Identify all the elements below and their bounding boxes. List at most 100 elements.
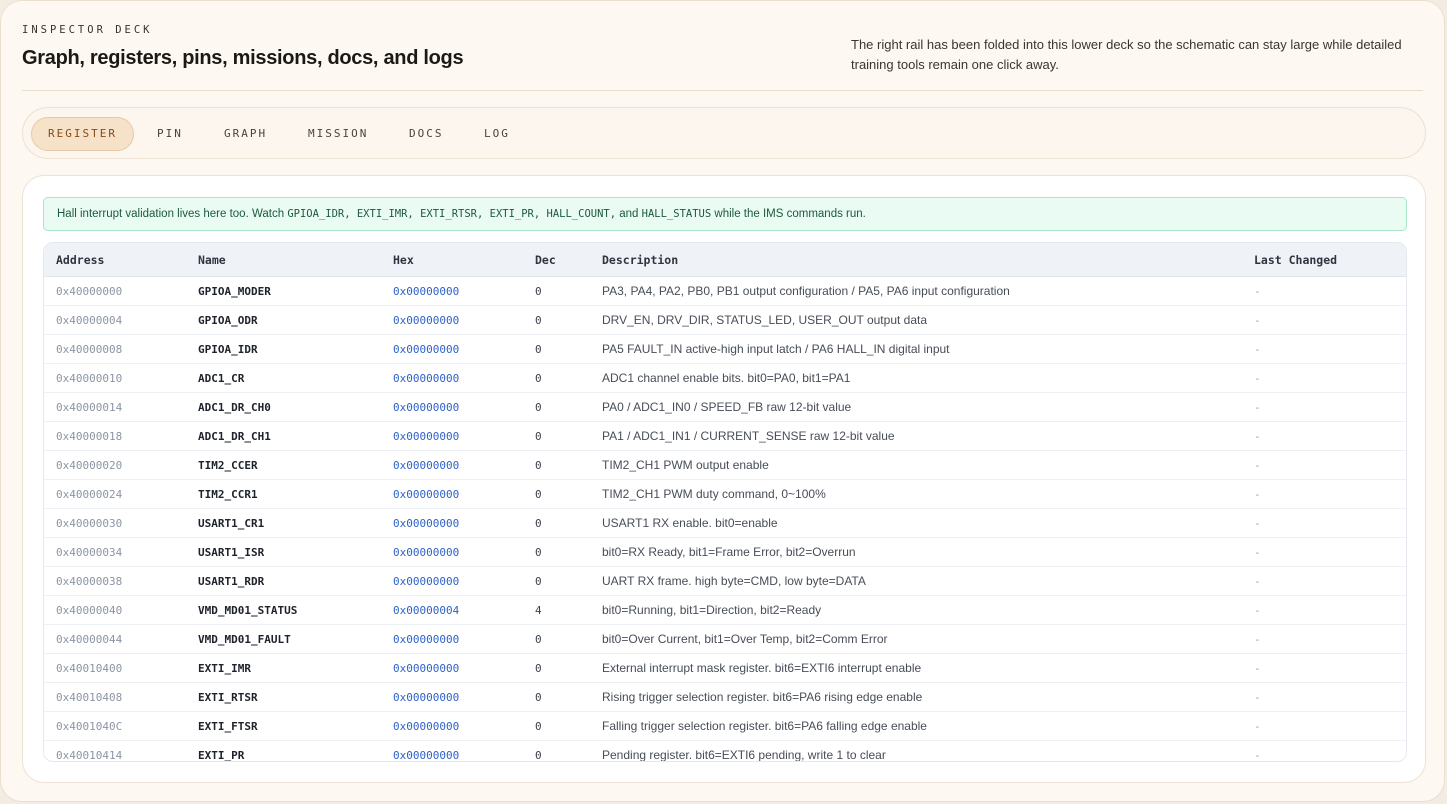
table-row[interactable]: 0x40000010 ADC1_CR 0x00000000 0 ADC1 channel… — [44, 364, 1406, 393]
register-address: 0x40000030 — [56, 517, 123, 530]
column-header-dec: Dec — [535, 253, 556, 267]
register-last-changed: - — [1254, 343, 1261, 356]
register-hex: 0x00000000 — [393, 401, 460, 414]
table-row[interactable]: 0x40010408 EXTI_RTSR 0x00000000 0 Rising tri… — [44, 683, 1406, 712]
register-address: 0x40000018 — [56, 430, 123, 443]
register-description: External interrupt mask register. bit6=E… — [602, 661, 922, 675]
register-name: EXTI_FTSR — [198, 720, 258, 733]
register-name: USART1_ISR — [198, 546, 265, 559]
register-name: VMD_MD01_STATUS — [198, 604, 298, 617]
callout-text-after: while the IMS commands run. — [711, 208, 866, 220]
register-address: 0x40000040 — [56, 604, 123, 617]
register-address: 0x40000024 — [56, 488, 123, 501]
column-header-hex: Hex — [393, 253, 414, 267]
register-name: TIM2_CCR1 — [198, 488, 258, 501]
tab-log[interactable]: LOG — [468, 117, 526, 151]
register-hex: 0x00000000 — [393, 546, 460, 559]
register-description: PA0 / ADC1_IN0 / SPEED_FB raw 12-bit val… — [602, 400, 852, 414]
register-hex: 0x00000000 — [393, 749, 460, 761]
column-header-name: Name — [198, 253, 226, 267]
register-last-changed: - — [1254, 488, 1261, 501]
register-hex: 0x00000000 — [393, 343, 460, 356]
register-hex: 0x00000000 — [393, 720, 460, 733]
tab-mission[interactable]: MISSION — [292, 117, 384, 151]
register-table: Address Name Hex Dec Description Last Ch… — [43, 242, 1407, 762]
register-address: 0x40000004 — [56, 314, 123, 327]
tab-pin[interactable]: PIN — [141, 117, 199, 151]
tab-register[interactable]: REGISTER — [31, 117, 134, 151]
callout-text-before: Hall interrupt validation lives here too… — [57, 208, 288, 220]
register-dec: 0 — [535, 633, 542, 646]
register-last-changed: - — [1254, 662, 1261, 675]
table-row[interactable]: 0x40000030 USART1_CR1 0x00000000 0 USART1 RX… — [44, 509, 1406, 538]
register-description: UART RX frame. high byte=CMD, low byte=D… — [602, 574, 866, 588]
column-header-last-changed: Last Changed — [1254, 253, 1338, 267]
register-dec: 0 — [535, 372, 542, 385]
register-address: 0x40000034 — [56, 546, 123, 559]
register-name: GPIOA_IDR — [198, 343, 258, 356]
register-last-changed: - — [1254, 314, 1261, 327]
register-panel: Hall interrupt validation lives here too… — [22, 175, 1426, 783]
register-hex: 0x00000000 — [393, 430, 460, 443]
register-last-changed: - — [1254, 749, 1261, 761]
register-hex: 0x00000000 — [393, 633, 460, 646]
register-hex: 0x00000000 — [393, 314, 460, 327]
deck-note: The right rail has been folded into this… — [851, 37, 1402, 72]
register-last-changed: - — [1254, 691, 1261, 704]
register-last-changed: - — [1254, 633, 1261, 646]
table-row[interactable]: 0x4001040C EXTI_FTSR 0x00000000 0 Falling tr… — [44, 712, 1406, 741]
register-hex: 0x00000004 — [393, 604, 460, 617]
register-name: EXTI_IMR — [198, 662, 251, 675]
register-last-changed: - — [1254, 401, 1261, 414]
register-last-changed: - — [1254, 575, 1261, 588]
register-hex: 0x00000000 — [393, 459, 460, 472]
register-address: 0x40000000 — [56, 285, 123, 298]
register-name: GPIOA_ODR — [198, 314, 258, 327]
register-address: 0x40010408 — [56, 691, 123, 704]
register-description: bit0=RX Ready, bit1=Frame Error, bit2=Ov… — [602, 545, 856, 559]
register-last-changed: - — [1254, 285, 1261, 298]
register-address: 0x40010400 — [56, 662, 123, 675]
register-table-header: Address Name Hex Dec Description Last Ch… — [44, 243, 1406, 277]
table-row[interactable]: 0x40000038 USART1_RDR 0x00000000 0 UART RX f… — [44, 567, 1406, 596]
table-row[interactable]: 0x40000040 VMD_MD01_STATUS 0x00000004 4 bit0… — [44, 596, 1406, 625]
register-hex: 0x00000000 — [393, 662, 460, 675]
register-name: ADC1_CR — [198, 372, 245, 385]
callout-register-list: GPIOA_IDR, EXTI_IMR, EXTI_RTSR, EXTI_PR,… — [287, 208, 617, 220]
table-row[interactable]: 0x40000008 GPIOA_IDR 0x00000000 0 PA5 FAULT_… — [44, 335, 1406, 364]
register-last-changed: - — [1254, 430, 1261, 443]
register-last-changed: - — [1254, 604, 1261, 617]
register-address: 0x40000010 — [56, 372, 123, 385]
table-row[interactable]: 0x40000004 GPIOA_ODR 0x00000000 0 DRV_EN, DR… — [44, 306, 1406, 335]
register-description: bit0=Running, bit1=Direction, bit2=Ready — [602, 603, 822, 617]
table-row[interactable]: 0x40010400 EXTI_IMR 0x00000000 0 External in… — [44, 654, 1406, 683]
register-last-changed: - — [1254, 459, 1261, 472]
register-address: 0x40000038 — [56, 575, 123, 588]
deck-header: INSPECTOR DECK Graph, registers, pins, m… — [22, 19, 1423, 91]
register-dec: 0 — [535, 517, 542, 530]
register-hex: 0x00000000 — [393, 285, 460, 298]
table-row[interactable]: 0x40000000 GPIOA_MODER 0x00000000 0 PA3, PA4… — [44, 277, 1406, 306]
register-hex: 0x00000000 — [393, 372, 460, 385]
register-hex: 0x00000000 — [393, 488, 460, 501]
tab-graph[interactable]: GRAPH — [208, 117, 283, 151]
register-description: bit0=Over Current, bit1=Over Temp, bit2=… — [602, 632, 888, 646]
table-row[interactable]: 0x40000044 VMD_MD01_FAULT 0x00000000 0 bit0=… — [44, 625, 1406, 654]
register-dec: 0 — [535, 575, 542, 588]
callout-text-and: and — [616, 208, 642, 220]
table-row[interactable]: 0x40000024 TIM2_CCR1 0x00000000 0 TIM2_CH1 P… — [44, 480, 1406, 509]
table-row[interactable]: 0x40000018 ADC1_DR_CH1 0x00000000 0 PA1 / AD… — [44, 422, 1406, 451]
register-last-changed: - — [1254, 546, 1261, 559]
register-dec: 0 — [535, 662, 542, 675]
column-header-address: Address — [56, 253, 105, 267]
register-dec: 0 — [535, 459, 542, 472]
table-row[interactable]: 0x40000020 TIM2_CCER 0x00000000 0 TIM2_CH1 P… — [44, 451, 1406, 480]
register-hex: 0x00000000 — [393, 517, 460, 530]
table-row[interactable]: 0x40000034 USART1_ISR 0x00000000 0 bit0=RX R… — [44, 538, 1406, 567]
register-description: USART1 RX enable. bit0=enable — [602, 516, 778, 530]
table-row[interactable]: 0x40000014 ADC1_DR_CH0 0x00000000 0 PA0 / AD… — [44, 393, 1406, 422]
callout-status-register: HALL_STATUS — [641, 208, 712, 220]
tab-docs[interactable]: DOCS — [393, 117, 460, 151]
table-row[interactable]: 0x40010414 EXTI_PR 0x00000000 0 Pending regi… — [44, 741, 1406, 761]
register-address: 0x40000044 — [56, 633, 123, 646]
